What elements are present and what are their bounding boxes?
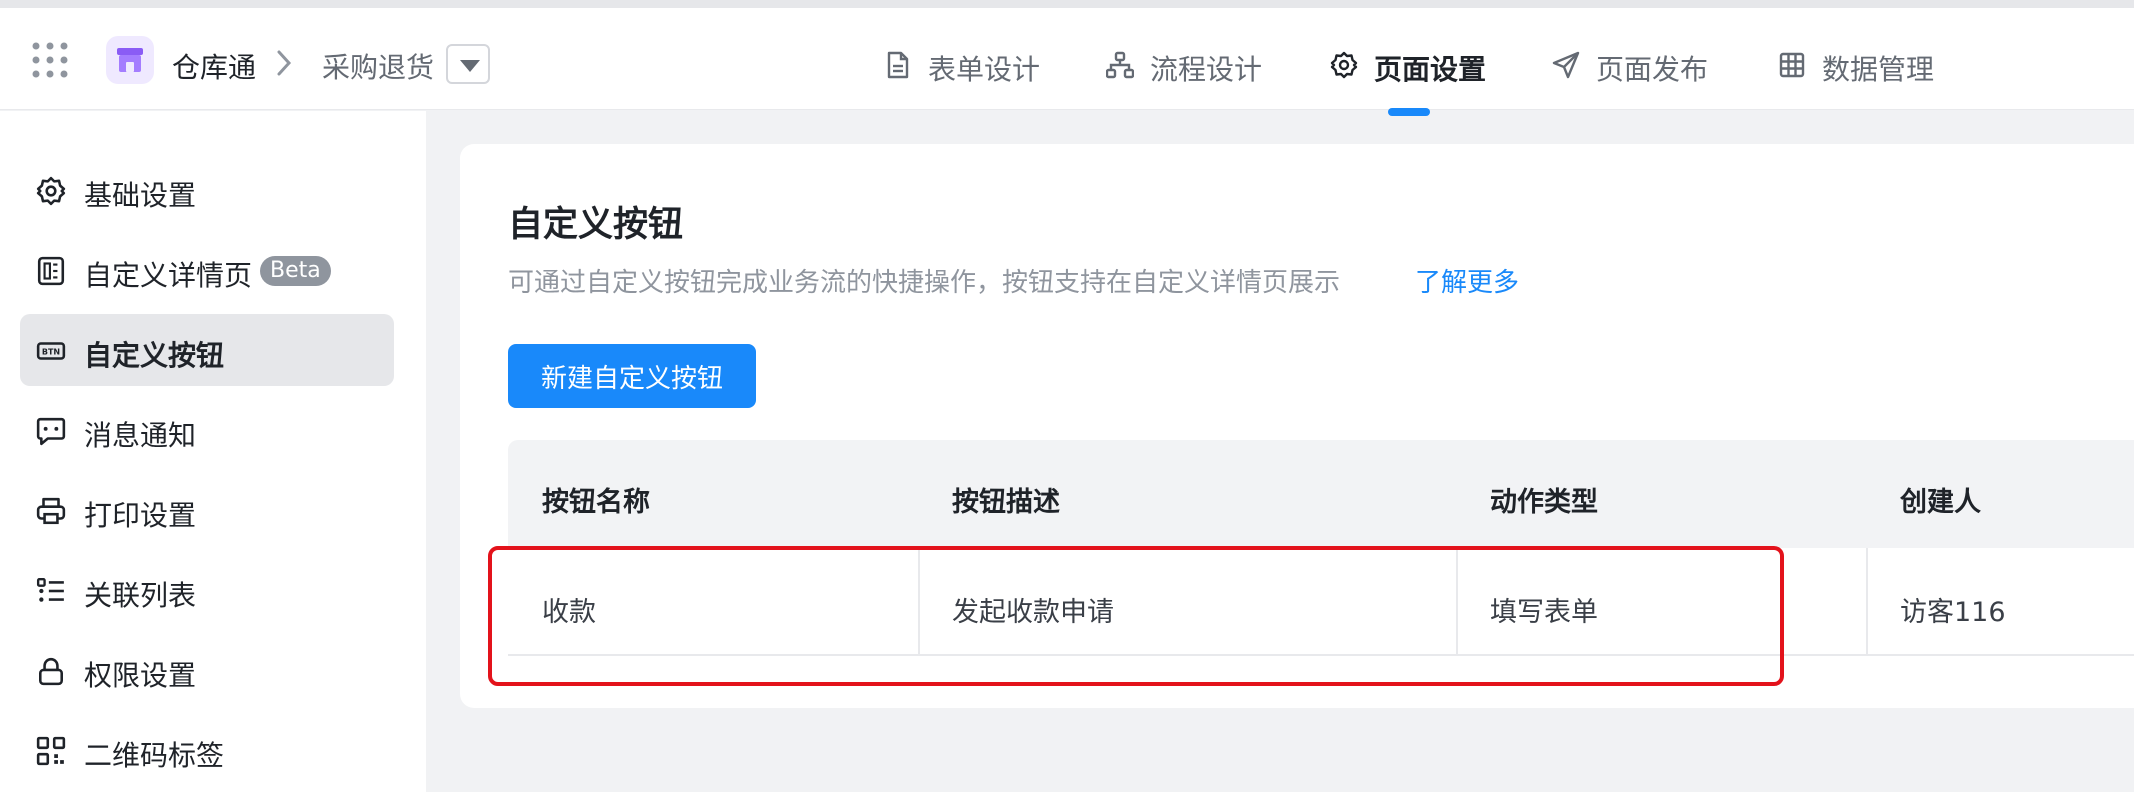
table-header: 按钮名称 按钮描述 动作类型 创建人 bbox=[508, 440, 2134, 548]
tab-label: 页面发布 bbox=[1596, 53, 1709, 86]
detail-page-icon bbox=[37, 256, 65, 286]
tab-flow-design[interactable]: 流程设计 bbox=[1106, 46, 1266, 86]
btn-icon: BTN bbox=[36, 342, 66, 360]
svg-text:BTN: BTN bbox=[42, 347, 60, 356]
page-title: 自定义按钮 bbox=[508, 205, 684, 245]
sidebar-item-permission-settings[interactable]: 权限设置 bbox=[20, 634, 394, 706]
sidebar-item-basic-settings[interactable]: 基础设置 bbox=[20, 154, 394, 226]
tab-label: 数据管理 bbox=[1822, 53, 1935, 86]
sidebar-item-label: 自定义按钮 bbox=[84, 339, 225, 372]
app-logo bbox=[106, 36, 154, 84]
page-description: 可通过自定义按钮完成业务流的快捷操作，按钮支持在自定义详情页展示 bbox=[508, 268, 1341, 298]
qrcode-icon bbox=[36, 736, 66, 766]
sidebar: 基础设置 自定义详情页 Beta BTN 自定义按钮 消息通知 打印设置 关联列… bbox=[0, 111, 426, 792]
cell-button-description: 发起收款申请 bbox=[952, 597, 1114, 628]
sidebar-item-label: 关联列表 bbox=[84, 579, 197, 612]
apps-grid-icon[interactable] bbox=[32, 42, 68, 78]
sidebar-item-related-list[interactable]: 关联列表 bbox=[20, 554, 394, 626]
learn-more-link[interactable]: 了解更多 bbox=[1415, 262, 1519, 299]
main-card: 自定义按钮 可通过自定义按钮完成业务流的快捷操作，按钮支持在自定义详情页展示 了… bbox=[460, 144, 2134, 708]
cell-creator: 访客116 bbox=[1900, 597, 2006, 628]
sidebar-item-custom-detail-page[interactable]: 自定义详情页 Beta bbox=[20, 234, 394, 306]
tab-data-management[interactable]: 数据管理 bbox=[1778, 46, 1938, 86]
current-page-name: 采购退货 bbox=[322, 51, 435, 84]
sidebar-item-label: 二维码标签 bbox=[84, 739, 225, 772]
sidebar-item-message-notification[interactable]: 消息通知 bbox=[20, 394, 394, 466]
message-icon bbox=[36, 417, 66, 446]
sidebar-item-qrcode-label[interactable]: 二维码标签 bbox=[20, 714, 394, 786]
gear-icon bbox=[1330, 51, 1358, 79]
sidebar-item-label: 基础设置 bbox=[84, 179, 197, 212]
chevron-right-icon bbox=[277, 50, 292, 76]
cell-button-name: 收款 bbox=[542, 597, 596, 628]
tab-label: 流程设计 bbox=[1150, 53, 1263, 86]
gear-icon bbox=[36, 176, 66, 206]
new-custom-button[interactable]: 新建自定义按钮 bbox=[508, 344, 756, 408]
send-icon bbox=[1552, 51, 1580, 79]
column-divider bbox=[1456, 548, 1458, 656]
sidebar-item-label: 消息通知 bbox=[84, 419, 197, 452]
column-header: 按钮名称 bbox=[542, 487, 650, 518]
tab-page-publish[interactable]: 页面发布 bbox=[1552, 46, 1712, 86]
lock-icon bbox=[39, 657, 63, 686]
column-header: 按钮描述 bbox=[952, 487, 1060, 518]
tab-form-design[interactable]: 表单设计 bbox=[884, 46, 1044, 86]
page-switch-dropdown[interactable] bbox=[446, 44, 490, 84]
top-bar: 仓库通 采购退货 表单设计 流程设计 页面设置 页面发布 数据管理 bbox=[0, 0, 2134, 116]
tab-label: 表单设计 bbox=[928, 53, 1041, 86]
tab-page-settings[interactable]: 页面设置 bbox=[1330, 46, 1490, 86]
list-icon bbox=[36, 578, 64, 602]
cell-action-type: 填写表单 bbox=[1490, 597, 1598, 628]
column-divider bbox=[918, 548, 920, 656]
active-tab-indicator bbox=[1388, 108, 1430, 116]
column-divider bbox=[1866, 548, 1868, 656]
beta-badge: Beta bbox=[260, 256, 331, 286]
printer-icon bbox=[36, 497, 66, 525]
table-row[interactable]: 收款 发起收款申请 填写表单 访客116 bbox=[508, 548, 2134, 656]
sidebar-item-label: 自定义详情页 bbox=[84, 259, 253, 292]
flow-icon bbox=[1106, 51, 1134, 79]
store-icon bbox=[117, 48, 143, 72]
form-doc-icon bbox=[887, 51, 909, 79]
sidebar-item-custom-button[interactable]: BTN 自定义按钮 bbox=[20, 314, 394, 386]
grid-table-icon bbox=[1779, 52, 1805, 78]
column-header: 动作类型 bbox=[1490, 487, 1598, 518]
sidebar-item-label: 权限设置 bbox=[84, 659, 197, 692]
caret-down-icon bbox=[460, 60, 480, 72]
sidebar-item-label: 打印设置 bbox=[84, 499, 197, 532]
column-header: 创建人 bbox=[1900, 487, 1981, 518]
sidebar-item-print-settings[interactable]: 打印设置 bbox=[20, 474, 394, 546]
app-name[interactable]: 仓库通 bbox=[172, 46, 256, 86]
tab-label: 页面设置 bbox=[1374, 53, 1487, 86]
